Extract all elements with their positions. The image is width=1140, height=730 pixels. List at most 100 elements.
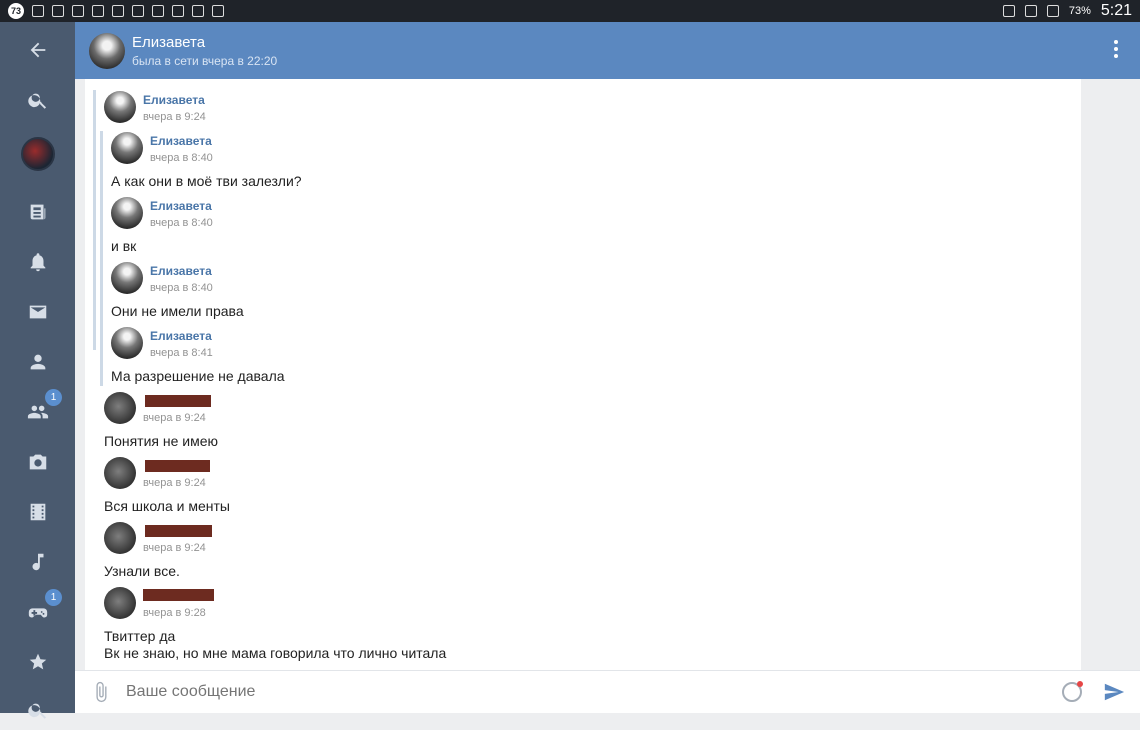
message-text: Узнали все. [104,563,180,579]
user-avatar [20,137,55,171]
sender-avatar[interactable] [104,522,136,554]
sidebar-item-notifications[interactable] [0,242,75,282]
sidebar-item-videos[interactable] [0,492,75,532]
forward-line [100,131,103,386]
sender-avatar[interactable] [111,327,143,359]
sender-avatar[interactable] [104,587,136,619]
search-button[interactable] [0,80,75,120]
newspaper-icon [30,204,45,220]
message-text: Твиттер да [104,628,176,644]
send-button[interactable] [1102,681,1126,703]
message-time: вчера в 9:24 [143,542,206,554]
message-time: вчера в 9:28 [143,607,206,619]
paperclip-icon [96,681,107,703]
sidebar-item-search[interactable] [0,690,75,730]
games-count-badge: 1 [45,589,62,606]
gamepad-icon [28,608,47,618]
flag-icon [212,5,224,17]
sender-name[interactable]: Елизавета [150,264,212,278]
mute-icon [1002,5,1015,17]
film-icon [30,503,45,521]
sender-name[interactable]: Елизавета [150,134,212,148]
redacted-name [145,395,211,407]
redacted-name [143,589,214,601]
sidebar-item-profile[interactable] [0,342,75,382]
sender-avatar[interactable] [104,392,136,424]
message-composer [75,670,1140,713]
contact-name[interactable]: Елизавета [132,34,277,51]
redacted-name [145,460,210,472]
status-bar: 73 73% 5:21 [0,0,1140,22]
send-icon [1104,683,1125,701]
message-time: вчера в 8:41 [150,347,213,359]
message-list[interactable]: Елизавета вчера в 9:24 Елизавета вчера в… [85,79,1081,670]
calendar-icon [152,5,164,17]
clock: 5:21 [1100,2,1132,19]
message-time: вчера в 8:40 [150,217,213,229]
back-arrow-icon [30,42,45,58]
sender-name[interactable]: Елизавета [150,199,212,213]
download-icon [32,5,44,17]
message-text: А как они в моё тви залезли? [111,173,302,189]
sender-avatar[interactable] [104,91,136,123]
sender-avatar[interactable] [111,132,143,164]
back-button[interactable] [0,30,75,70]
message-text: Ма разрешение не давала [111,368,285,384]
camera-icon [29,454,46,470]
person-icon [192,5,204,17]
search-icon [27,93,46,109]
bell-icon [30,253,45,272]
sidebar-item-photos[interactable] [0,442,75,482]
sender-name[interactable]: Елизавета [150,329,212,343]
sidebar-item-friends[interactable]: 1 [0,389,75,432]
search-icon [72,5,84,17]
message-time: вчера в 8:40 [150,282,213,294]
emoji-button[interactable] [1062,681,1083,702]
gamepad-icon [132,5,144,17]
sidebar-item-games[interactable]: 1 [0,589,75,632]
sidebar: 1 1 [0,22,75,719]
star-icon [29,653,46,670]
heart-icon [172,5,184,17]
airplane-icon [1046,5,1059,17]
message-text: и вк [111,238,137,254]
message-time: вчера в 9:24 [143,412,206,424]
sidebar-item-news[interactable] [0,192,75,232]
music-note-icon [32,553,43,571]
envelope-icon [29,305,46,319]
forward-line [93,90,96,350]
sender-avatar[interactable] [111,262,143,294]
friends-icon [27,405,48,419]
sender-avatar[interactable] [104,457,136,489]
message-input[interactable] [126,683,976,701]
sidebar-item-music[interactable] [0,542,75,582]
sender-name[interactable]: Елизавета [143,93,205,107]
app-icon [92,5,104,17]
sidebar-item-messages[interactable] [0,292,75,332]
chat-header: Елизавета была в сети вчера в 22:20 [75,22,1140,79]
sidebar-item-favorites[interactable] [0,642,75,682]
contact-avatar[interactable] [89,32,125,69]
message-time: вчера в 9:24 [143,477,206,489]
message-text: Понятия не имею [104,433,219,449]
message-text: Вк не знаю, но мне мама говорила что лич… [104,645,447,661]
person-icon [30,354,45,370]
profile-button[interactable] [0,134,75,174]
attach-button[interactable] [90,681,112,703]
message-text: Они не имели права [111,303,244,319]
message-time: вчера в 8:40 [150,152,213,164]
more-options-button[interactable] [1114,40,1118,58]
message-time: вчера в 9:24 [143,111,206,123]
new-indicator [1077,681,1083,687]
download-icon [52,5,64,17]
message-icon [112,5,124,17]
sender-avatar[interactable] [111,197,143,229]
search-icon [27,703,46,719]
redacted-name [145,525,212,537]
notification-count-badge: 73 [8,3,24,19]
friends-count-badge: 1 [45,389,62,406]
battery-level: 73% [1068,5,1091,17]
wifi-icon [1024,5,1037,17]
message-text: Вся школа и менты [104,498,230,514]
contact-last-seen: была в сети вчера в 22:20 [132,53,278,68]
